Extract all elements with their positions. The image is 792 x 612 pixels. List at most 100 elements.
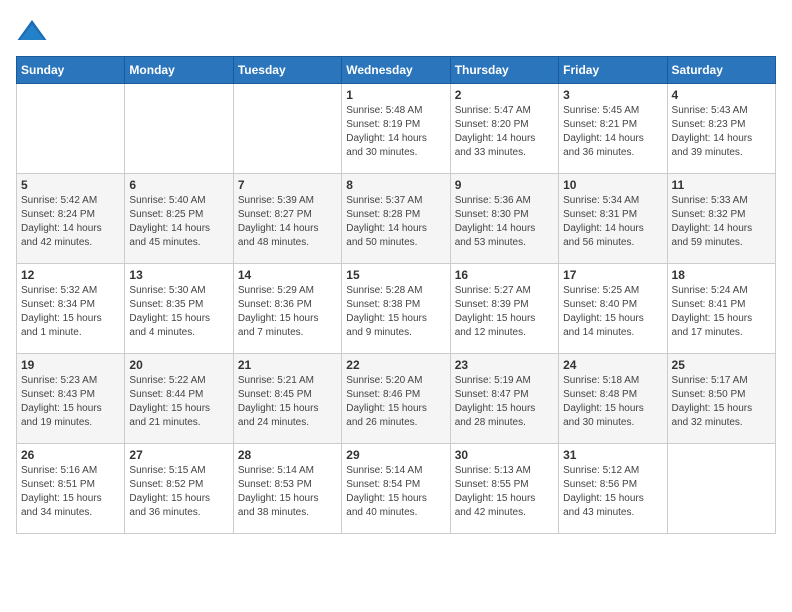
- day-info: Sunrise: 5:42 AM Sunset: 8:24 PM Dayligh…: [21, 194, 120, 250]
- weekday-header-sunday: Sunday: [17, 57, 125, 84]
- day-number: 14: [238, 268, 337, 282]
- day-info: Sunrise: 5:39 AM Sunset: 8:27 PM Dayligh…: [238, 194, 337, 250]
- day-number: 20: [129, 358, 228, 372]
- day-number: 30: [455, 448, 554, 462]
- day-number: 12: [21, 268, 120, 282]
- day-info: Sunrise: 5:13 AM Sunset: 8:55 PM Dayligh…: [455, 464, 554, 520]
- day-info: Sunrise: 5:24 AM Sunset: 8:41 PM Dayligh…: [672, 284, 771, 340]
- day-info: Sunrise: 5:21 AM Sunset: 8:45 PM Dayligh…: [238, 374, 337, 430]
- day-number: 17: [563, 268, 662, 282]
- calendar-cell: 8 Sunrise: 5:37 AM Sunset: 8:28 PM Daylig…: [342, 174, 450, 264]
- calendar-cell: 20 Sunrise: 5:22 AM Sunset: 8:44 PM Dayli…: [125, 354, 233, 444]
- calendar-cell: 23 Sunrise: 5:19 AM Sunset: 8:47 PM Dayli…: [450, 354, 558, 444]
- weekday-header-tuesday: Tuesday: [233, 57, 341, 84]
- calendar-table: SundayMondayTuesdayWednesdayThursdayFrid…: [16, 56, 776, 534]
- calendar-cell: 1Sunrise: 5:48 AM Sunset: 8:19 PM Daylig…: [342, 84, 450, 174]
- calendar-cell: 2Sunrise: 5:47 AM Sunset: 8:20 PM Daylig…: [450, 84, 558, 174]
- day-info: Sunrise: 5:15 AM Sunset: 8:52 PM Dayligh…: [129, 464, 228, 520]
- calendar-cell: 22 Sunrise: 5:20 AM Sunset: 8:46 PM Dayli…: [342, 354, 450, 444]
- day-info: Sunrise: 5:34 AM Sunset: 8:31 PM Dayligh…: [563, 194, 662, 250]
- day-number: 18: [672, 268, 771, 282]
- day-number: 29: [346, 448, 445, 462]
- day-number: 24: [563, 358, 662, 372]
- day-number: 5: [21, 178, 120, 192]
- calendar-cell: 31Sunrise: 5:12 AM Sunset: 8:56 PM Dayli…: [559, 444, 667, 534]
- calendar-cell: [125, 84, 233, 174]
- day-number: 21: [238, 358, 337, 372]
- day-number: 9: [455, 178, 554, 192]
- day-number: 25: [672, 358, 771, 372]
- day-number: 16: [455, 268, 554, 282]
- day-info: Sunrise: 5:48 AM Sunset: 8:19 PM Dayligh…: [346, 104, 445, 160]
- day-number: 6: [129, 178, 228, 192]
- day-info: Sunrise: 5:19 AM Sunset: 8:47 PM Dayligh…: [455, 374, 554, 430]
- day-number: 22: [346, 358, 445, 372]
- day-number: 10: [563, 178, 662, 192]
- weekday-header-saturday: Saturday: [667, 57, 775, 84]
- day-number: 13: [129, 268, 228, 282]
- day-number: 11: [672, 178, 771, 192]
- day-number: 7: [238, 178, 337, 192]
- day-number: 26: [21, 448, 120, 462]
- day-info: Sunrise: 5:12 AM Sunset: 8:56 PM Dayligh…: [563, 464, 662, 520]
- calendar-cell: 18 Sunrise: 5:24 AM Sunset: 8:41 PM Dayli…: [667, 264, 775, 354]
- day-info: Sunrise: 5:27 AM Sunset: 8:39 PM Dayligh…: [455, 284, 554, 340]
- day-info: Sunrise: 5:37 AM Sunset: 8:28 PM Dayligh…: [346, 194, 445, 250]
- logo: [16, 16, 52, 48]
- calendar-cell: 15 Sunrise: 5:28 AM Sunset: 8:38 PM Dayli…: [342, 264, 450, 354]
- day-info: Sunrise: 5:30 AM Sunset: 8:35 PM Dayligh…: [129, 284, 228, 340]
- day-info: Sunrise: 5:33 AM Sunset: 8:32 PM Dayligh…: [672, 194, 771, 250]
- day-number: 2: [455, 88, 554, 102]
- day-info: Sunrise: 5:17 AM Sunset: 8:50 PM Dayligh…: [672, 374, 771, 430]
- week-row-1: 1Sunrise: 5:48 AM Sunset: 8:19 PM Daylig…: [17, 84, 776, 174]
- calendar-cell: 5 Sunrise: 5:42 AM Sunset: 8:24 PM Daylig…: [17, 174, 125, 264]
- calendar-cell: [233, 84, 341, 174]
- day-number: 23: [455, 358, 554, 372]
- calendar-cell: 11 Sunrise: 5:33 AM Sunset: 8:32 PM Dayli…: [667, 174, 775, 264]
- calendar-cell: 30 Sunrise: 5:13 AM Sunset: 8:55 PM Dayli…: [450, 444, 558, 534]
- calendar-cell: 9Sunrise: 5:36 AM Sunset: 8:30 PM Daylig…: [450, 174, 558, 264]
- calendar-cell: 12Sunrise: 5:32 AM Sunset: 8:34 PM Dayli…: [17, 264, 125, 354]
- calendar-cell: 6 Sunrise: 5:40 AM Sunset: 8:25 PM Daylig…: [125, 174, 233, 264]
- day-number: 27: [129, 448, 228, 462]
- calendar-cell: 16 Sunrise: 5:27 AM Sunset: 8:39 PM Dayli…: [450, 264, 558, 354]
- day-info: Sunrise: 5:40 AM Sunset: 8:25 PM Dayligh…: [129, 194, 228, 250]
- calendar-cell: 28 Sunrise: 5:14 AM Sunset: 8:53 PM Dayli…: [233, 444, 341, 534]
- day-info: Sunrise: 5:20 AM Sunset: 8:46 PM Dayligh…: [346, 374, 445, 430]
- day-info: Sunrise: 5:25 AM Sunset: 8:40 PM Dayligh…: [563, 284, 662, 340]
- day-number: 4: [672, 88, 771, 102]
- day-info: Sunrise: 5:14 AM Sunset: 8:53 PM Dayligh…: [238, 464, 337, 520]
- logo-icon: [16, 16, 48, 48]
- day-info: Sunrise: 5:14 AM Sunset: 8:54 PM Dayligh…: [346, 464, 445, 520]
- calendar-cell: 3 Sunrise: 5:45 AM Sunset: 8:21 PM Daylig…: [559, 84, 667, 174]
- weekday-header-thursday: Thursday: [450, 57, 558, 84]
- weekday-header-friday: Friday: [559, 57, 667, 84]
- day-info: Sunrise: 5:22 AM Sunset: 8:44 PM Dayligh…: [129, 374, 228, 430]
- weekday-header-wednesday: Wednesday: [342, 57, 450, 84]
- day-info: Sunrise: 5:16 AM Sunset: 8:51 PM Dayligh…: [21, 464, 120, 520]
- week-row-3: 12Sunrise: 5:32 AM Sunset: 8:34 PM Dayli…: [17, 264, 776, 354]
- day-number: 8: [346, 178, 445, 192]
- day-info: Sunrise: 5:23 AM Sunset: 8:43 PM Dayligh…: [21, 374, 120, 430]
- day-info: Sunrise: 5:45 AM Sunset: 8:21 PM Dayligh…: [563, 104, 662, 160]
- day-number: 15: [346, 268, 445, 282]
- calendar-cell: 24Sunrise: 5:18 AM Sunset: 8:48 PM Dayli…: [559, 354, 667, 444]
- calendar-cell: 17 Sunrise: 5:25 AM Sunset: 8:40 PM Dayli…: [559, 264, 667, 354]
- calendar-cell: 7 Sunrise: 5:39 AM Sunset: 8:27 PM Daylig…: [233, 174, 341, 264]
- calendar-cell: 19 Sunrise: 5:23 AM Sunset: 8:43 PM Dayli…: [17, 354, 125, 444]
- day-number: 19: [21, 358, 120, 372]
- weekday-header-monday: Monday: [125, 57, 233, 84]
- calendar-cell: 27 Sunrise: 5:15 AM Sunset: 8:52 PM Dayli…: [125, 444, 233, 534]
- calendar-cell: 25 Sunrise: 5:17 AM Sunset: 8:50 PM Dayli…: [667, 354, 775, 444]
- page-header: [16, 16, 776, 48]
- day-number: 28: [238, 448, 337, 462]
- calendar-cell: 10 Sunrise: 5:34 AM Sunset: 8:31 PM Dayli…: [559, 174, 667, 264]
- calendar-cell: 4Sunrise: 5:43 AM Sunset: 8:23 PM Daylig…: [667, 84, 775, 174]
- day-info: Sunrise: 5:28 AM Sunset: 8:38 PM Dayligh…: [346, 284, 445, 340]
- day-number: 3: [563, 88, 662, 102]
- calendar-cell: 14Sunrise: 5:29 AM Sunset: 8:36 PM Dayli…: [233, 264, 341, 354]
- calendar-cell: [667, 444, 775, 534]
- week-row-4: 19 Sunrise: 5:23 AM Sunset: 8:43 PM Dayli…: [17, 354, 776, 444]
- week-row-5: 26 Sunrise: 5:16 AM Sunset: 8:51 PM Dayli…: [17, 444, 776, 534]
- calendar-cell: 26 Sunrise: 5:16 AM Sunset: 8:51 PM Dayli…: [17, 444, 125, 534]
